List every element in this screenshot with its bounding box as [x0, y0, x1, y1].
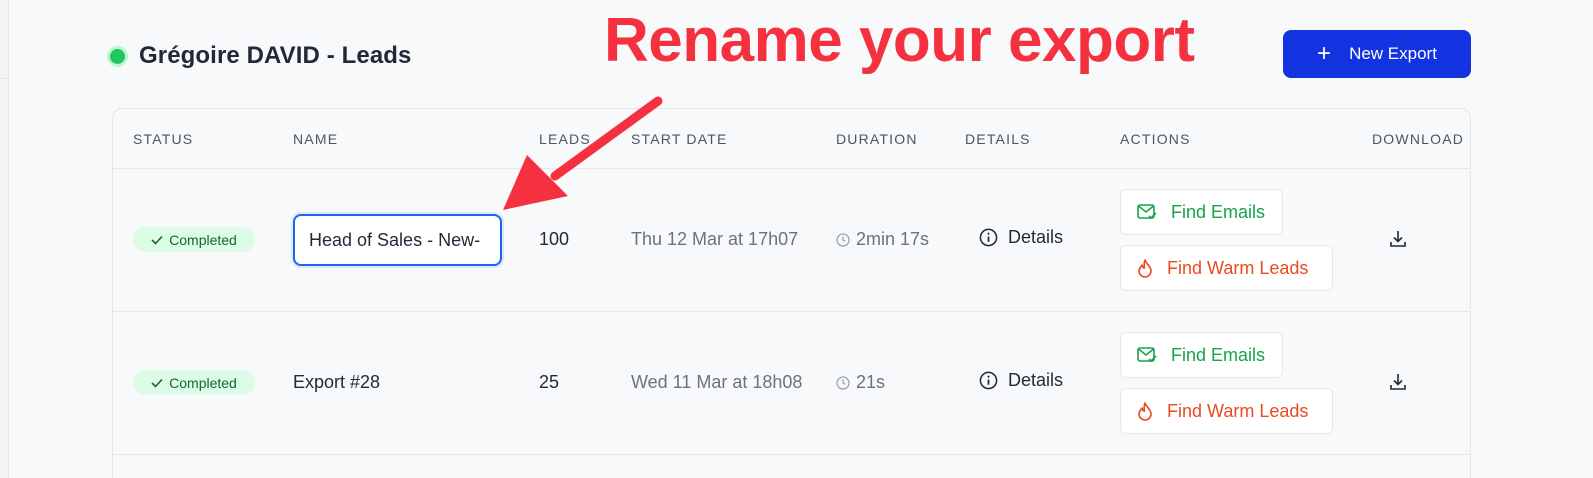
status-label: Completed: [169, 231, 237, 248]
find-warm-leads-button[interactable]: Find Warm Leads: [1120, 245, 1333, 291]
find-warm-leads-label: Find Warm Leads: [1167, 400, 1309, 421]
find-warm-leads-label: Find Warm Leads: [1167, 257, 1309, 278]
download-icon[interactable]: [1388, 372, 1408, 397]
column-header-name: NAME: [293, 131, 339, 147]
check-icon: [151, 378, 163, 388]
left-panel-divider: [0, 78, 9, 79]
details-button[interactable]: Details: [979, 370, 1063, 391]
column-header-leads: LEADS: [539, 131, 591, 147]
status-label: Completed: [169, 374, 237, 391]
mail-check-icon: [1137, 347, 1157, 363]
flame-icon: [1138, 258, 1152, 278]
status-badge: Completed: [133, 370, 255, 395]
column-header-download: DOWNLOAD: [1372, 131, 1465, 147]
plus-icon: +: [1317, 40, 1332, 67]
mail-check-icon: [1137, 204, 1157, 220]
column-header-duration: DURATION: [836, 131, 918, 147]
clock-icon: [836, 232, 850, 247]
column-header-actions: ACTIONS: [1120, 131, 1191, 147]
column-header-status: STATUS: [133, 131, 194, 147]
find-emails-label: Find Emails: [1171, 344, 1266, 365]
new-export-label: New Export: [1349, 44, 1437, 63]
leads-count: 25: [539, 372, 560, 392]
table-header: STATUS NAME LEADS START DATE DURATION DE…: [113, 109, 1470, 169]
find-emails-button[interactable]: Find Emails: [1120, 332, 1283, 378]
find-warm-leads-button[interactable]: Find Warm Leads: [1120, 388, 1333, 434]
duration: 21s: [836, 372, 885, 393]
details-label: Details: [1008, 227, 1064, 247]
exports-table: STATUS NAME LEADS START DATE DURATION DE…: [112, 108, 1471, 478]
status-dot: [110, 48, 125, 64]
table-row: Completed Export #28 25 Wed 11 Mar at 18…: [113, 312, 1470, 455]
column-header-start-date: START DATE: [631, 131, 728, 147]
find-emails-label: Find Emails: [1171, 201, 1266, 222]
info-icon: [979, 228, 998, 247]
check-icon: [151, 235, 163, 245]
status-badge: Completed: [133, 227, 255, 252]
duration-value: 2min 17s: [856, 229, 930, 249]
find-emails-button[interactable]: Find Emails: [1120, 189, 1283, 235]
details-label: Details: [1008, 370, 1064, 390]
new-export-button[interactable]: + New Export: [1283, 30, 1471, 78]
duration-value: 21s: [856, 372, 886, 392]
table-row: Completed 100 Thu 12 Mar at 17h07 2min 1…: [113, 169, 1470, 312]
flame-icon: [1138, 401, 1152, 421]
start-date: Wed 11 Mar at 18h08: [631, 372, 803, 392]
download-icon[interactable]: [1388, 229, 1408, 254]
start-date: Thu 12 Mar at 17h07: [631, 229, 799, 249]
export-name[interactable]: Export #28: [293, 372, 380, 393]
page-title: Grégoire DAVID - Leads: [139, 42, 412, 69]
export-name-input[interactable]: [293, 214, 502, 266]
clock-icon: [836, 375, 850, 390]
duration: 2min 17s: [836, 229, 929, 250]
details-button[interactable]: Details: [979, 227, 1063, 248]
page-header: Grégoire DAVID - Leads: [110, 36, 411, 76]
left-panel-edge: [0, 0, 9, 478]
leads-count: 100: [539, 229, 570, 249]
column-header-details: DETAILS: [965, 131, 1031, 147]
annotation-text: Rename your export: [604, 6, 1195, 75]
info-icon: [979, 371, 998, 390]
